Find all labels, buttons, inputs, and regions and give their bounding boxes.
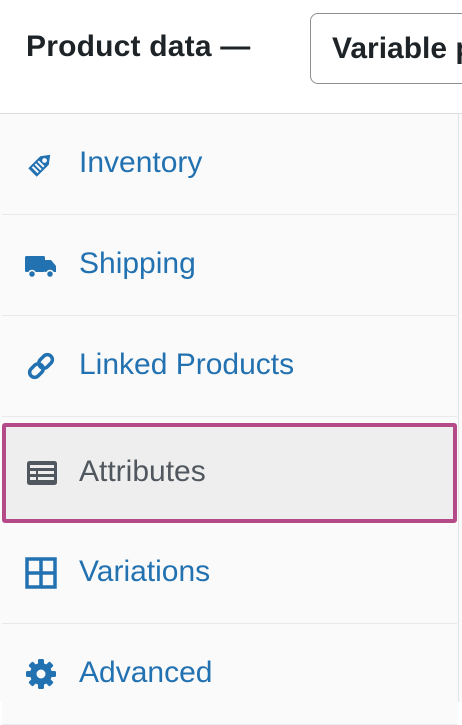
product-data-tabs: Inventory Shipping Linked Products Attri… [0, 114, 462, 725]
tab-attributes[interactable]: Attributes [2, 423, 457, 523]
tab-shipping[interactable]: Shipping [2, 215, 457, 316]
truck-icon [24, 248, 58, 282]
link-icon [24, 349, 58, 383]
product-type-select[interactable]: Variable product [310, 13, 462, 84]
tab-variations[interactable]: Variations [2, 523, 457, 624]
product-data-title: Product data — [26, 30, 251, 63]
tab-label: Inventory [79, 146, 203, 179]
tab-label: Linked Products [79, 348, 295, 381]
tab-label: Variations [79, 555, 211, 588]
tab-inventory[interactable]: Inventory [2, 114, 457, 215]
grid-icon [24, 556, 58, 590]
panel-divider [458, 114, 459, 702]
gear-icon [24, 657, 58, 691]
tab-label: Advanced [79, 656, 213, 689]
tab-advanced[interactable]: Advanced [2, 624, 457, 725]
tag-icon [24, 147, 58, 181]
list-view-icon [25, 456, 59, 490]
tab-label: Shipping [79, 247, 196, 280]
tab-label: Attributes [79, 455, 206, 488]
tab-linked-products[interactable]: Linked Products [2, 316, 457, 417]
product-data-header: Product data — Variable product [0, 0, 462, 114]
